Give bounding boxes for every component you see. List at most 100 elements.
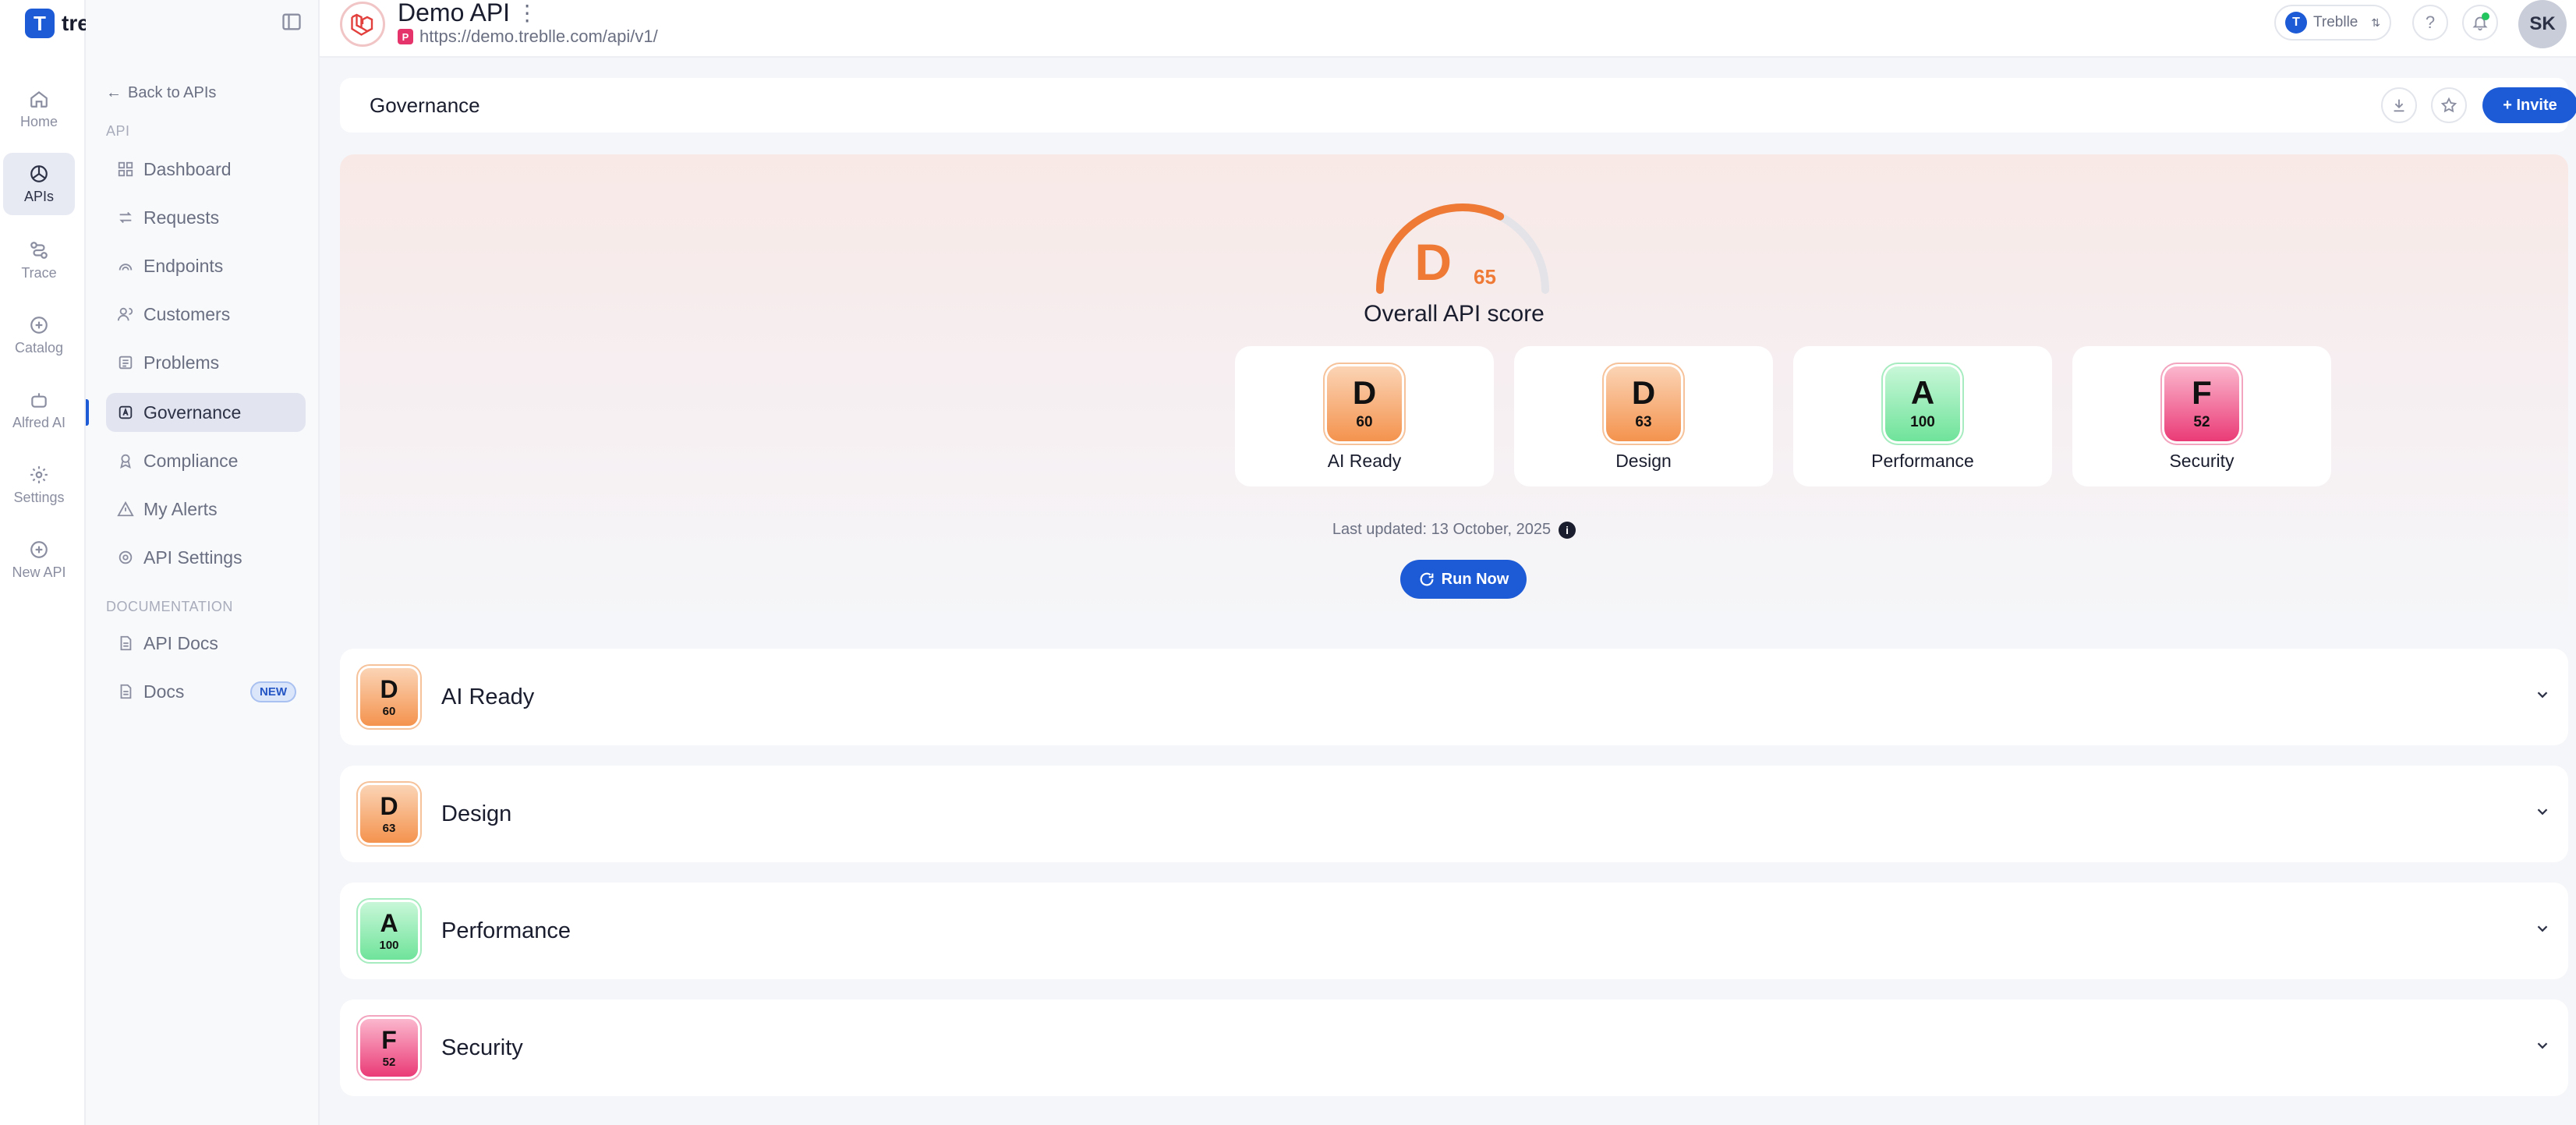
overall-score-value: 65: [1474, 265, 1496, 288]
rail-item-home[interactable]: Home: [3, 78, 75, 140]
sidebar-item-endpoints[interactable]: Endpoints: [106, 246, 306, 285]
rail-item-new-api[interactable]: New API: [3, 529, 75, 591]
rail-item-apis[interactable]: APIs: [3, 153, 75, 215]
new-badge: NEW: [250, 681, 296, 702]
compliance-icon: [120, 454, 131, 469]
last-updated-text: Last updated: 13 October, 2025: [1332, 521, 1552, 538]
grade-score: 52: [382, 1055, 396, 1069]
sidebar-item-customers[interactable]: Customers: [106, 295, 306, 334]
notifications-button[interactable]: [2462, 5, 2498, 41]
avatar[interactable]: SK: [2518, 0, 2567, 48]
home-icon: [30, 90, 48, 108]
chevron-updown-icon: ⇅: [2371, 16, 2380, 29]
sidebar-item-label: Requests: [143, 207, 220, 228]
grade-score: 60: [1356, 414, 1373, 430]
invite-button[interactable]: + Invite: [2482, 87, 2576, 123]
sidebar-item-requests[interactable]: Requests: [106, 198, 306, 237]
score-card-performance[interactable]: A 100 Performance: [1793, 346, 2052, 486]
overall-score-label: Overall API score: [1364, 301, 1545, 327]
chevron-down-icon[interactable]: [2534, 1037, 2551, 1054]
sidebar-item-docs[interactable]: Docs NEW: [106, 672, 306, 711]
accordion-ai-ready[interactable]: D 60 AI Ready: [340, 649, 2568, 745]
back-to-apis-label: Back to APIs: [128, 84, 217, 101]
grade-score: 100: [1910, 414, 1935, 430]
accordion-security[interactable]: F 52 Security: [340, 999, 2568, 1096]
top-header: Demo API ⋮ P https://demo.treblle.com/ap…: [320, 0, 2576, 58]
api-name: Demo API: [398, 0, 511, 27]
grade-score: 52: [2193, 414, 2210, 430]
score-card-label: AI Ready: [1327, 451, 1402, 471]
grade-badge: D 60: [360, 668, 418, 726]
treblle-logo-mark: T: [25, 9, 55, 38]
run-now-button[interactable]: Run Now: [1400, 560, 1527, 599]
grade-badge: D 63: [1606, 366, 1681, 441]
sidebar-item-problems[interactable]: Problems: [106, 343, 306, 382]
score-card-security[interactable]: F 52 Security: [2072, 346, 2331, 486]
grade-letter: D: [380, 791, 398, 820]
sidebar-item-governance[interactable]: Governance: [106, 393, 306, 432]
api-title: Demo API ⋮: [398, 0, 538, 27]
rail-item-label: APIs: [23, 188, 54, 204]
active-indicator: [86, 399, 89, 426]
grade-badge: A 100: [360, 902, 418, 960]
score-card-label: Security: [2169, 451, 2235, 471]
download-icon: [2394, 99, 2404, 112]
workspace-select[interactable]: T Treblle ⇅: [2274, 5, 2391, 41]
governance-icon: [119, 405, 133, 419]
help-button[interactable]: ?: [2412, 5, 2448, 41]
trace-icon: [30, 241, 48, 259]
run-now-label: Run Now: [1441, 570, 1509, 588]
grade-badge: A 100: [1885, 366, 1960, 441]
refresh-icon: [1420, 572, 1434, 586]
workspace-name: Treblle: [2313, 14, 2358, 30]
sidebar-toggle-icon[interactable]: [281, 11, 303, 33]
rail-item-trace[interactable]: Trace: [3, 229, 75, 292]
sidebar-item-compliance[interactable]: Compliance: [106, 441, 306, 480]
chevron-down-icon[interactable]: [2534, 920, 2551, 937]
back-to-apis-link[interactable]: ← Back to APIs: [106, 84, 216, 102]
api-url-text[interactable]: https://demo.treblle.com/api/v1/: [419, 27, 658, 47]
sidebar-item-dashboard[interactable]: Dashboard: [106, 150, 306, 189]
grade-letter: D: [1631, 374, 1656, 411]
kebab-menu-icon[interactable]: ⋮: [516, 2, 538, 24]
grade-letter: A: [380, 908, 398, 937]
accordion-performance[interactable]: A 100 Performance: [340, 883, 2568, 979]
alert-icon: [117, 501, 134, 517]
score-overview: D 65 Overall API score D 60 AI Ready D 6…: [340, 154, 2568, 622]
grade-score: 63: [1635, 414, 1652, 430]
gear-icon: [119, 550, 133, 564]
help-icon: ?: [2425, 12, 2436, 32]
grade-score: 63: [382, 821, 396, 835]
rail-item-label: Catalog: [14, 339, 64, 356]
grade-letter: D: [380, 674, 398, 703]
accordion-title: AI Ready: [441, 684, 535, 709]
rail-item-label: New API: [12, 564, 66, 580]
workspace-logo-icon: T: [2285, 12, 2307, 34]
page-title: Governance: [370, 93, 480, 117]
rail-item-alfred-ai[interactable]: Alfred AI: [3, 379, 75, 441]
sidebar-item-label: Compliance: [143, 450, 239, 471]
robot-icon: [31, 392, 47, 408]
score-card-design[interactable]: D 63 Design: [1514, 346, 1773, 486]
score-card-ai-ready[interactable]: D 60 AI Ready: [1235, 346, 1494, 486]
download-button[interactable]: [2381, 87, 2417, 123]
rail-item-catalog[interactable]: Catalog: [3, 304, 75, 366]
info-icon[interactable]: i: [1559, 521, 1576, 539]
api-sidebar: ← Back to APIs API Dashboard Requests En…: [86, 0, 320, 1125]
sidebar-item-label: Endpoints: [143, 255, 224, 276]
page-titlebar: Governance + Invite: [340, 78, 2576, 133]
gear-icon: [30, 465, 48, 483]
sidebar-item-api-settings[interactable]: API Settings: [106, 538, 306, 577]
chevron-down-icon[interactable]: [2534, 803, 2551, 820]
chevron-down-icon[interactable]: [2534, 686, 2551, 703]
sidebar-item-api-docs[interactable]: API Docs: [106, 624, 306, 663]
rail-item-settings[interactable]: Settings: [3, 454, 75, 516]
overall-grade: D: [1414, 233, 1452, 291]
accordion-design[interactable]: D 63 Design: [340, 766, 2568, 862]
sidebar-item-my-alerts[interactable]: My Alerts: [106, 490, 306, 529]
arrow-left-icon: ←: [106, 84, 122, 101]
favorite-button[interactable]: [2431, 87, 2467, 123]
sidebar-item-label: My Alerts: [143, 498, 218, 519]
endpoint-icon: [119, 264, 133, 271]
rail-item-label: Alfred AI: [12, 414, 66, 430]
